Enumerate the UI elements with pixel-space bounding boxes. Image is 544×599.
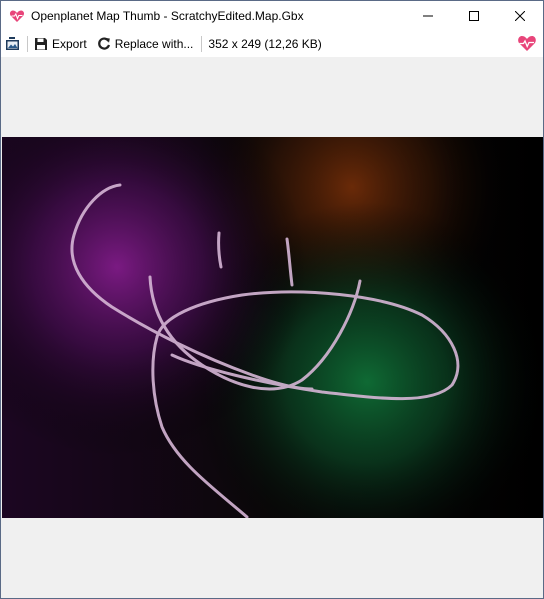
image-info: 352 x 249 (12,26 KB): [208, 33, 321, 55]
export-label: Export: [52, 37, 87, 51]
image-info-text: 352 x 249 (12,26 KB): [208, 37, 322, 51]
close-button[interactable]: [497, 1, 543, 31]
app-window: Openplanet Map Thumb - ScratchyEdited.Ma…: [0, 0, 544, 599]
close-icon: [515, 11, 525, 21]
replace-label: Replace with...: [114, 37, 194, 51]
toolbar-separator: [27, 36, 28, 52]
minimize-button[interactable]: [405, 1, 451, 31]
save-icon: [35, 38, 47, 50]
title-bar[interactable]: Openplanet Map Thumb - ScratchyEdited.Ma…: [1, 1, 543, 31]
open-image-button[interactable]: [5, 33, 21, 55]
map-thumbnail: [2, 137, 543, 518]
minimize-icon: [423, 15, 433, 17]
maximize-icon: [469, 11, 479, 21]
open-image-icon: [6, 37, 19, 50]
refresh-icon: [97, 37, 110, 50]
maximize-button[interactable]: [451, 1, 497, 31]
image-viewport[interactable]: [1, 57, 543, 598]
about-button[interactable]: [517, 34, 537, 55]
window-title: Openplanet Map Thumb - ScratchyEdited.Ma…: [31, 9, 304, 23]
window-controls: [405, 1, 543, 31]
toolbar: Export Replace with... 352 x 249 (12,26 …: [1, 31, 543, 57]
toolbar-separator: [201, 36, 203, 52]
export-button[interactable]: Export: [34, 33, 87, 55]
heart-pulse-icon: [9, 8, 25, 24]
thumbnail-image: [2, 137, 543, 518]
heart-pulse-icon: [518, 36, 536, 51]
replace-button[interactable]: Replace with...: [97, 33, 194, 55]
